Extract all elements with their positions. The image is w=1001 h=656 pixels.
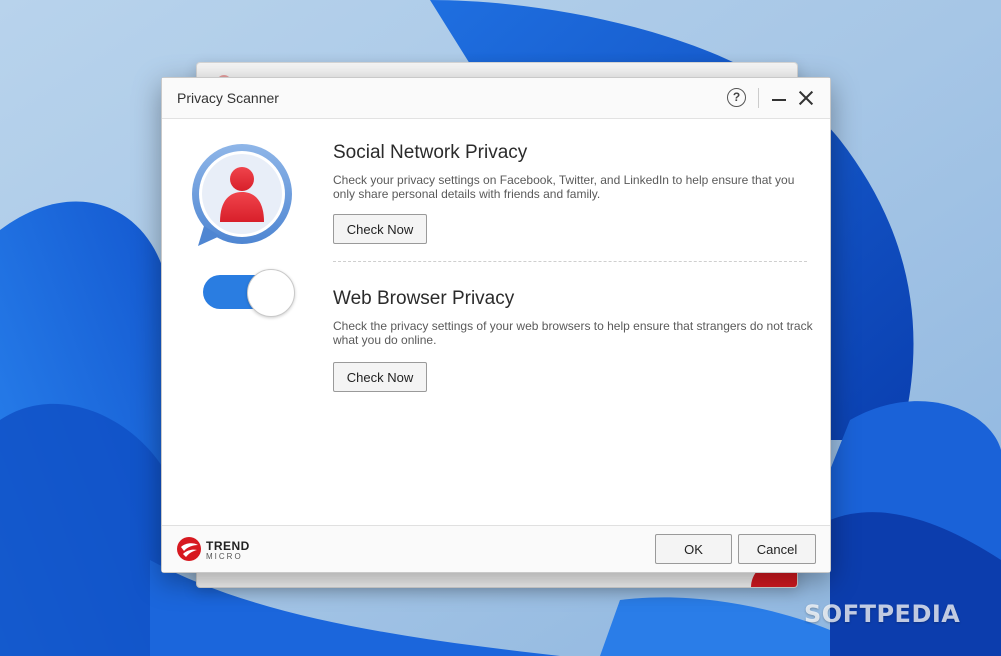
- trend-micro-logo: TREND MICRO: [176, 536, 266, 564]
- toggle-switch-icon: [203, 269, 297, 317]
- social-network-privacy-section: Social Network Privacy Check your privac…: [333, 142, 813, 244]
- browser-check-now-button[interactable]: Check Now: [333, 362, 427, 392]
- user-profile-icon: [192, 144, 292, 246]
- title-bar-separator: [758, 88, 759, 108]
- web-browser-privacy-section: Web Browser Privacy Check the privacy se…: [333, 288, 813, 392]
- brand-line-1: TREND: [206, 539, 250, 553]
- title-bar: Privacy Scanner ?: [162, 78, 830, 119]
- softpedia-watermark: SOFTPEDIA: [804, 600, 961, 628]
- social-network-description: Check your privacy settings on Facebook,…: [333, 173, 795, 201]
- close-button[interactable]: [794, 86, 818, 110]
- web-browser-heading: Web Browser Privacy: [333, 288, 515, 309]
- web-browser-description: Check the privacy settings of your web b…: [333, 319, 813, 347]
- help-icon: ?: [727, 88, 746, 107]
- minimize-button[interactable]: [768, 86, 792, 110]
- privacy-scanner-dialog: Privacy Scanner ? Social Network Privacy…: [161, 77, 831, 573]
- ok-button[interactable]: OK: [655, 534, 732, 564]
- section-divider: [333, 261, 807, 262]
- dialog-footer: TREND MICRO OK Cancel: [162, 525, 830, 572]
- toggle-knob: [247, 269, 295, 317]
- social-check-now-button[interactable]: Check Now: [333, 214, 427, 244]
- minimize-icon: [772, 99, 786, 101]
- trend-micro-logo-icon: [177, 537, 201, 561]
- brand-line-2: MICRO: [206, 552, 243, 561]
- social-network-heading: Social Network Privacy: [333, 142, 528, 163]
- help-button[interactable]: ?: [725, 86, 749, 110]
- dialog-title: Privacy Scanner: [177, 90, 279, 106]
- cancel-button[interactable]: Cancel: [738, 534, 816, 564]
